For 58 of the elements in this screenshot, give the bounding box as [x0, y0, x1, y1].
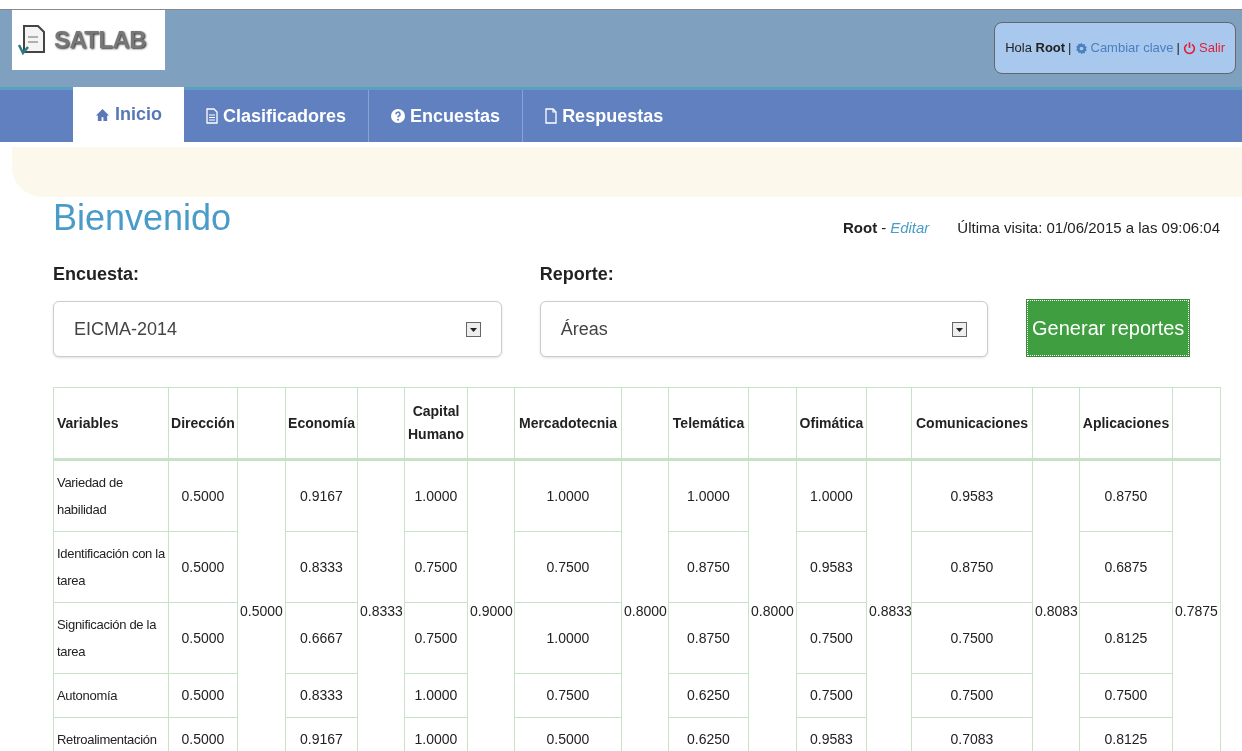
column-header: Telemática [668, 387, 749, 460]
logout-link[interactable]: Salir [1183, 38, 1225, 58]
column-header: Mercadotecnia [514, 387, 622, 460]
question-icon [391, 109, 406, 123]
select-field[interactable]: Áreas [539, 301, 989, 357]
greeting-text: Hola Root [1005, 39, 1066, 58]
home-icon [95, 107, 110, 122]
table-cell: 0.9167 [285, 459, 358, 532]
average-cell: 0.8333 [357, 459, 405, 751]
row-label: Significación de la tarea [53, 602, 169, 674]
edit-link[interactable]: Editar [890, 216, 930, 239]
separator: | [1176, 39, 1180, 58]
average-cell: 0.5000 [237, 459, 286, 751]
column-header: Ofimática [796, 387, 867, 460]
change-password-link[interactable]: Cambiar clave [1074, 38, 1174, 58]
table-cell: 1.0000 [404, 459, 468, 532]
average-cell: 0.8000 [621, 459, 669, 751]
column-header: Aplicaciones [1079, 387, 1173, 460]
column-header: Dirección [168, 387, 238, 460]
row-label: Retroalimentación [53, 717, 169, 751]
average-cell: 0.9000 [467, 459, 515, 751]
table-cell: 0.8750 [1079, 459, 1173, 532]
nav-tab[interactable]: Respuestas [522, 90, 686, 142]
settings-icon [1074, 41, 1088, 55]
document-icon [206, 108, 218, 124]
table-cell: 0.5000 [168, 459, 238, 532]
last-visit-text: Última visita: 01/06/2015 a las 09:06:04 [957, 217, 1220, 238]
row-label: Identificación con la tarea [53, 531, 169, 603]
average-cell: 0.7875 [1172, 459, 1221, 751]
page-title: Bienvenido [53, 196, 232, 240]
dropdown-icon [952, 321, 968, 337]
row-label: Autonomía [53, 673, 169, 718]
dropdown-icon [465, 321, 481, 337]
nav-tab[interactable]: Clasificadores [184, 90, 369, 142]
column-header: Variables [53, 387, 169, 460]
average-cell: 0.8833 [866, 459, 912, 751]
average-cell: 0.8083 [1032, 459, 1080, 751]
generate-reports-button[interactable]: Generar reportes [1027, 300, 1189, 356]
table-cell: 1.0000 [796, 459, 867, 532]
field-label: Reporte: [539, 263, 615, 286]
separator: | [1068, 39, 1072, 58]
separator: - [881, 217, 887, 238]
column-header: Comunicaciones [911, 387, 1033, 460]
field-label: Encuesta: [53, 263, 141, 286]
nav-tab[interactable]: Inicio [73, 87, 184, 142]
average-cell: 0.8000 [748, 459, 797, 751]
select-field[interactable]: EICMA-2014 [53, 301, 502, 357]
row-label: Variedad de habilidad [53, 459, 169, 532]
column-header: Capital Humano [404, 387, 468, 460]
file-icon [545, 108, 558, 124]
power-icon [1183, 41, 1196, 55]
logo-text: SATLAB [54, 25, 146, 55]
user-name: Root [843, 217, 878, 238]
table-cell: 1.0000 [668, 459, 749, 532]
nav-tab[interactable]: Encuestas [368, 90, 523, 142]
column-header: Economía [285, 387, 358, 460]
table-cell: 0.9583 [911, 459, 1033, 532]
table-cell: 1.0000 [514, 459, 622, 532]
